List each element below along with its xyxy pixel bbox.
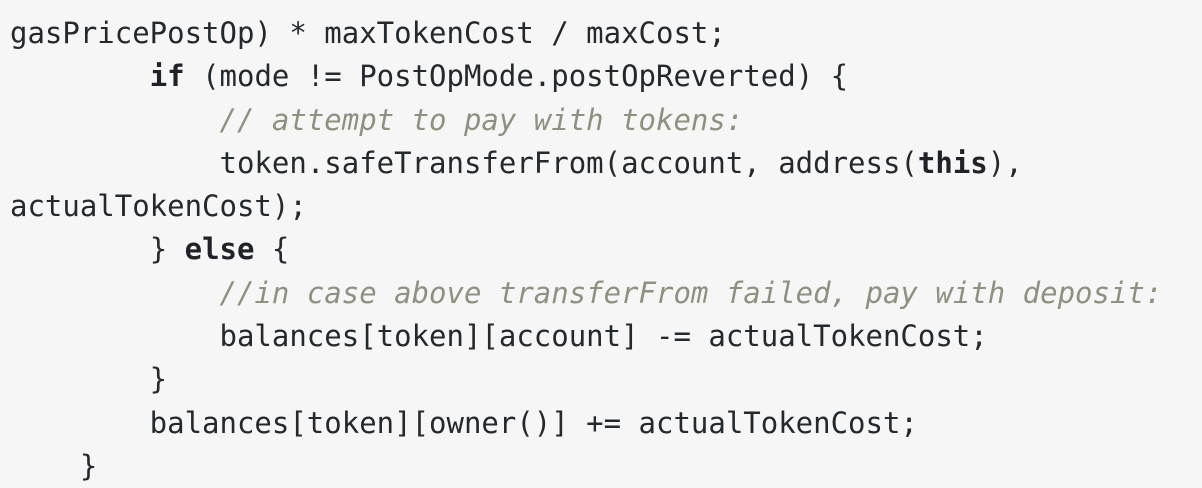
code-text: ), <box>987 145 1023 180</box>
code-comment: //in case above transferFrom failed, pay… <box>219 275 1163 310</box>
code-text: balances[token][account] -= actualTokenC… <box>10 319 988 354</box>
code-text: } <box>10 448 98 483</box>
keyword-else: else <box>184 232 255 267</box>
code-line-3: // attempt to pay with tokens: <box>10 99 1202 142</box>
code-text: gasPricePostOp) * maxTokenCost / maxCost… <box>10 16 726 50</box>
code-text: } <box>149 232 185 267</box>
code-text: actualTokenCost); <box>10 189 307 224</box>
code-text: { <box>254 232 290 267</box>
code-text: (mode != PostOpMode.postOpReverted) { <box>184 59 849 94</box>
code-block: gasPricePostOp) * maxTokenCost / maxCost… <box>0 0 1202 488</box>
code-text: } <box>10 362 168 397</box>
code-line-5: actualTokenCost); <box>10 185 1202 228</box>
code-line-10: balances[token][owner()] += actualTokenC… <box>10 402 1202 445</box>
code-text: balances[token][owner()] += actualTokenC… <box>10 405 918 440</box>
code-line-9: } <box>10 358 1202 401</box>
code-line-11: } <box>10 445 1202 488</box>
code-line-1: gasPricePostOp) * maxTokenCost / maxCost… <box>10 12 1202 55</box>
code-line-6: } else { <box>10 228 1202 271</box>
code-comment: // attempt to pay with tokens: <box>219 102 744 137</box>
code-line-4: token.safeTransferFrom(account, address(… <box>10 142 1202 185</box>
code-line-7: //in case above transferFrom failed, pay… <box>10 272 1202 315</box>
keyword-if: if <box>149 59 185 94</box>
code-text: token.safeTransferFrom(account, address( <box>219 145 918 180</box>
code-line-2: if (mode != PostOpMode.postOpReverted) { <box>10 55 1202 98</box>
keyword-this: this <box>917 145 988 180</box>
code-line-8: balances[token][account] -= actualTokenC… <box>10 315 1202 358</box>
